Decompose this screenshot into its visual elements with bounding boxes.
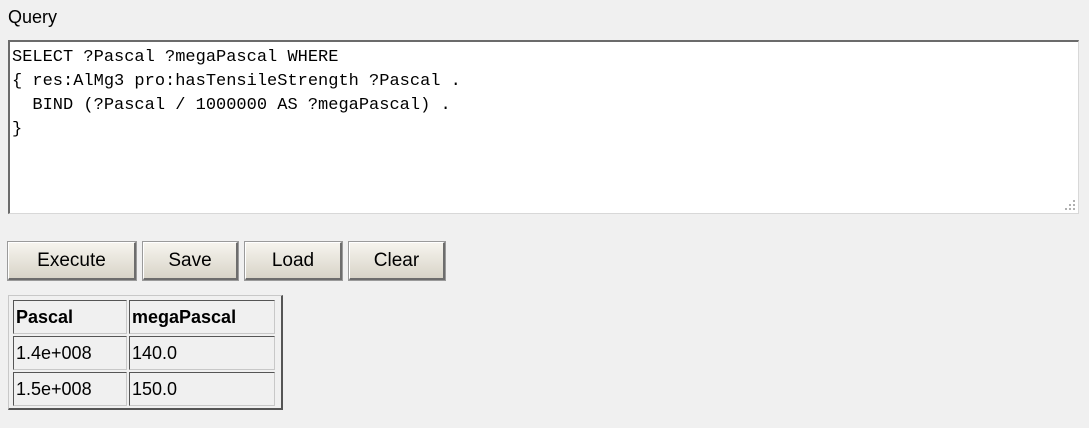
execute-button[interactable]: Execute (7, 241, 137, 281)
table-cell: 150.0 (129, 372, 275, 406)
load-button[interactable]: Load (244, 241, 343, 281)
clear-button[interactable]: Clear (348, 241, 446, 281)
table-cell: 1.5e+008 (13, 372, 127, 406)
column-header-megapascal: megaPascal (129, 300, 275, 334)
query-text[interactable]: SELECT ?Pascal ?megaPascal WHERE { res:A… (10, 42, 1078, 142)
query-label: Query (8, 7, 58, 27)
results-table: Pascal megaPascal 1.4e+008 140.0 1.5e+00… (8, 295, 283, 410)
table-row: 1.4e+008 140.0 (13, 336, 275, 370)
table-cell: 140.0 (129, 336, 275, 370)
table-row: 1.5e+008 150.0 (13, 372, 275, 406)
table-cell: 1.4e+008 (13, 336, 127, 370)
query-textarea[interactable]: SELECT ?Pascal ?megaPascal WHERE { res:A… (8, 40, 1079, 214)
resize-grip-icon[interactable] (1063, 198, 1075, 210)
column-header-pascal: Pascal (13, 300, 127, 334)
table-header-row: Pascal megaPascal (13, 300, 275, 334)
save-button[interactable]: Save (142, 241, 239, 281)
